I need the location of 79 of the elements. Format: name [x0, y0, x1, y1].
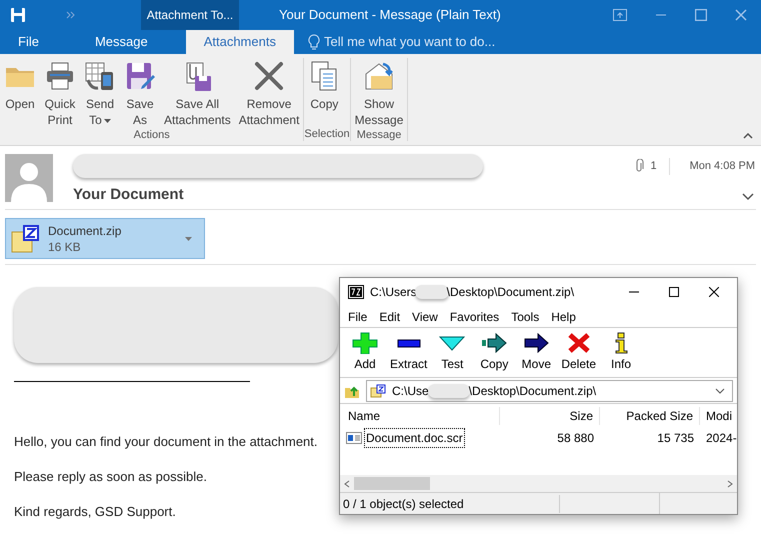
attachment-size: 16 KB: [48, 238, 82, 254]
arrow-icon: [523, 332, 550, 354]
packed-size: 15 735: [656, 430, 695, 447]
toolbar-button[interactable]: Extract: [386, 332, 432, 373]
maximize-icon[interactable]: [669, 287, 679, 297]
body-text: Please reply as soon as possible.: [14, 469, 207, 485]
group-label: Message: [356, 128, 402, 142]
context-tab-label: Attachment To...: [141, 0, 239, 30]
toolbar-button[interactable]: Delete: [557, 332, 600, 373]
redaction-mark: [428, 384, 470, 398]
printer-icon: [44, 60, 76, 92]
menu-item[interactable]: View: [406, 308, 444, 326]
ribbon-button[interactable]: Copy: [304, 58, 344, 127]
lightbulb-icon: [308, 34, 320, 50]
envelope-arrow-icon: [363, 60, 396, 92]
attachment-count: 1: [650, 158, 670, 174]
ribbon-button[interactable]: Show Message: [350, 58, 408, 128]
body-text: Hello, you can find your document in the attachment.: [14, 434, 318, 450]
body-text: Kind regards, GSD Support.: [14, 504, 176, 520]
sent-time: Mon 4:08 PM: [690, 159, 755, 174]
group-label: Selection: [304, 127, 350, 141]
archiver-title: \Desktop\Document.zip\: [446, 284, 574, 301]
ribbon-display-icon[interactable]: [613, 9, 627, 21]
file-row[interactable]: Document.doc.scr 58 880 15 735 2024-: [340, 428, 737, 448]
ribbon-button[interactable]: Quick Print: [40, 58, 80, 128]
menu-item[interactable]: Tools: [505, 308, 546, 326]
file-name: Document.doc.scr: [364, 428, 465, 448]
column-header[interactable]: Size: [500, 407, 600, 425]
expand-icon[interactable]: [742, 192, 754, 200]
caret-icon: [185, 236, 192, 240]
ribbon-button[interactable]: Remove Attachment: [234, 58, 304, 128]
plus-icon: [352, 332, 378, 354]
close-icon[interactable]: [709, 287, 719, 297]
ribbon-button[interactable]: Save All Attachments: [160, 58, 235, 128]
menu-item[interactable]: Edit: [373, 308, 406, 326]
group-label: Actions: [132, 128, 171, 142]
executable-icon: [346, 432, 362, 444]
app-logo-icon: [348, 285, 364, 299]
column-header[interactable]: Name: [340, 407, 500, 425]
modified-date: 2024-: [705, 430, 737, 447]
scroll-right-icon[interactable]: [727, 480, 733, 488]
address-field[interactable]: C:\Use \Desktop\Document.zip\: [366, 380, 733, 402]
tell-me-field[interactable]: Tell me what you want to do...: [324, 32, 524, 52]
avatar-icon: [5, 154, 53, 202]
file-size: 58 880: [556, 430, 595, 447]
ribbon-tab[interactable]: File: [0, 30, 57, 54]
window-title: Your Document - Message (Plain Text): [279, 6, 501, 24]
ribbon-button[interactable]: Save As: [120, 58, 160, 128]
toolbar-button[interactable]: Test: [431, 332, 474, 373]
scroll-thumb[interactable]: [354, 477, 430, 490]
ribbon-button[interactable]: Send To: [80, 58, 120, 128]
status-text: 0 / 1 object(s) selected: [340, 494, 560, 512]
toolbar-button[interactable]: Add: [344, 332, 386, 373]
column-header[interactable]: Packed Size: [600, 407, 700, 425]
menu-item[interactable]: Favorites: [444, 308, 506, 326]
ribbon-tab[interactable]: Message: [76, 30, 166, 54]
paperclip-icon: [634, 159, 644, 174]
arrow-icon: [481, 332, 508, 354]
remove-icon: [253, 60, 286, 92]
archiver-title: C:\Users: [370, 284, 417, 301]
toolbar-button[interactable]: Move: [515, 332, 558, 373]
calendar-phone-icon: [84, 60, 116, 92]
menu-item[interactable]: File: [342, 308, 374, 326]
dropdown-icon: [715, 388, 725, 394]
scroll-left-icon[interactable]: [344, 480, 350, 488]
horizontal-scrollbar[interactable]: [340, 475, 737, 492]
attachment-tile[interactable]: Document.zip 16 KB: [5, 218, 205, 259]
attachment-name: Document.zip: [48, 222, 122, 238]
ribbon-button[interactable]: Open: [0, 58, 40, 128]
toolbar-button[interactable]: Copy: [473, 332, 516, 373]
zip-file-icon: [10, 224, 40, 254]
column-header[interactable]: Modi: [700, 407, 732, 425]
toolbar-button[interactable]: Info: [600, 332, 642, 373]
collapse-icon[interactable]: [743, 133, 753, 139]
menu-item[interactable]: Help: [545, 308, 582, 326]
message-subject: Your Document: [73, 185, 185, 205]
ribbon-tab[interactable]: Attachments: [186, 30, 294, 54]
delete-icon: [566, 332, 592, 354]
zip-file-icon: [370, 384, 386, 398]
